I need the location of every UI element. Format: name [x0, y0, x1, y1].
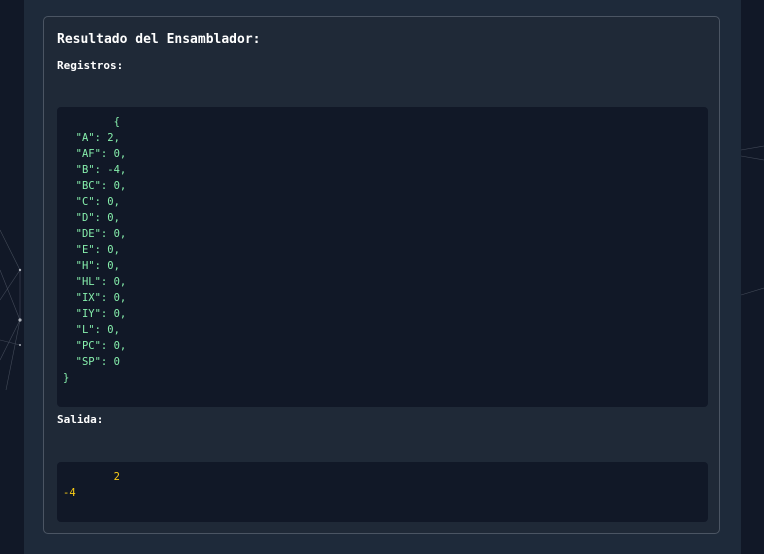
assembler-result-panel: Resultado del Ensamblador: Registros: { …: [43, 16, 720, 534]
registers-label: Registros:: [57, 59, 124, 72]
result-title: Resultado del Ensamblador:: [57, 32, 261, 47]
output-label: Salida:: [57, 413, 104, 426]
registers-output: { "A": 2, "AF": 0, "B": -4, "BC": 0, "C"…: [57, 107, 708, 407]
program-output: 2 -4: [57, 462, 708, 522]
